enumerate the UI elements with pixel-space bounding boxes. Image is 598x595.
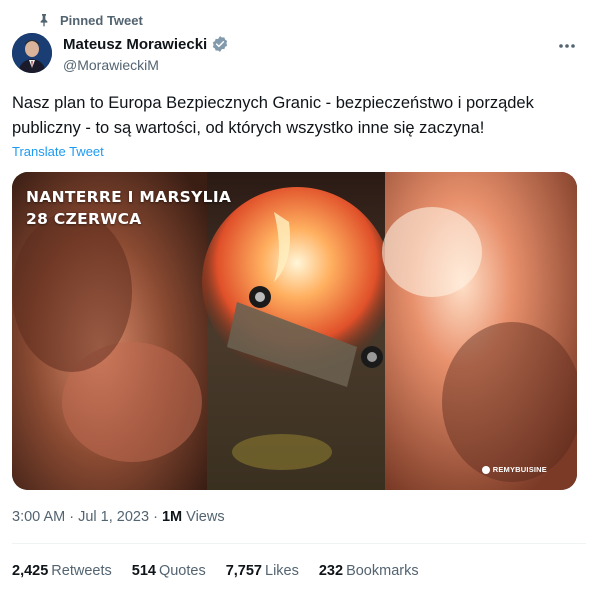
watermark-text: REMYBUISINE xyxy=(492,465,547,474)
video-caption: NANTERRE I MARSYLIA 28 CZERWCA xyxy=(26,186,231,230)
views-count: 1M xyxy=(161,509,183,525)
caption-line-1: NANTERRE I MARSYLIA xyxy=(26,188,232,206)
tweet-header: Mateusz Morawiecki @MorawieckiM xyxy=(12,33,586,77)
verified-badge-icon xyxy=(213,36,228,52)
pinned-indicator: Pinned Tweet xyxy=(36,12,143,28)
pin-icon xyxy=(40,14,48,27)
views-label: Views xyxy=(186,509,225,525)
avatar[interactable] xyxy=(12,33,52,73)
tweet-date[interactable]: Jul 1, 2023 xyxy=(78,509,149,525)
tweet-video[interactable]: NANTERRE I MARSYLIA 28 CZERWCA REMYBUISI… xyxy=(12,172,577,490)
more-icon xyxy=(559,44,575,48)
caption-line-2: 28 CZERWCA xyxy=(26,210,142,228)
translate-tweet-link[interactable]: Translate Tweet xyxy=(12,144,104,159)
quotes-stat[interactable]: 514 Quotes xyxy=(132,563,206,579)
pinned-label: Pinned Tweet xyxy=(60,12,143,28)
engagement-stats: 2,425 Retweets 514 Quotes 7,757 Likes 232 Bo… xyxy=(12,563,419,579)
video-watermark: REMYBUISINE xyxy=(481,465,547,474)
meta-separator: · xyxy=(153,509,158,525)
retweets-stat[interactable]: 2,425 Retweets xyxy=(12,563,112,579)
author-name[interactable]: Mateusz Morawiecki xyxy=(63,36,207,53)
bookmarks-stat[interactable]: 232 Bookmarks xyxy=(319,563,419,579)
tweet-text: Nasz plan to Europa Bezpiecznych Granic … xyxy=(12,94,534,137)
tweet-time[interactable]: 3:00 AM xyxy=(12,509,65,525)
watermark-logo-icon xyxy=(481,465,490,474)
more-options-button[interactable] xyxy=(556,37,578,55)
author-handle[interactable]: @MorawieckiM xyxy=(63,57,229,73)
meta-separator: · xyxy=(69,509,75,525)
likes-stat[interactable]: 7,757 Likes xyxy=(226,563,299,579)
tweet-meta: 3:00 AM · Jul 1, 2023 · 1M Views xyxy=(12,509,225,525)
divider xyxy=(12,543,586,544)
